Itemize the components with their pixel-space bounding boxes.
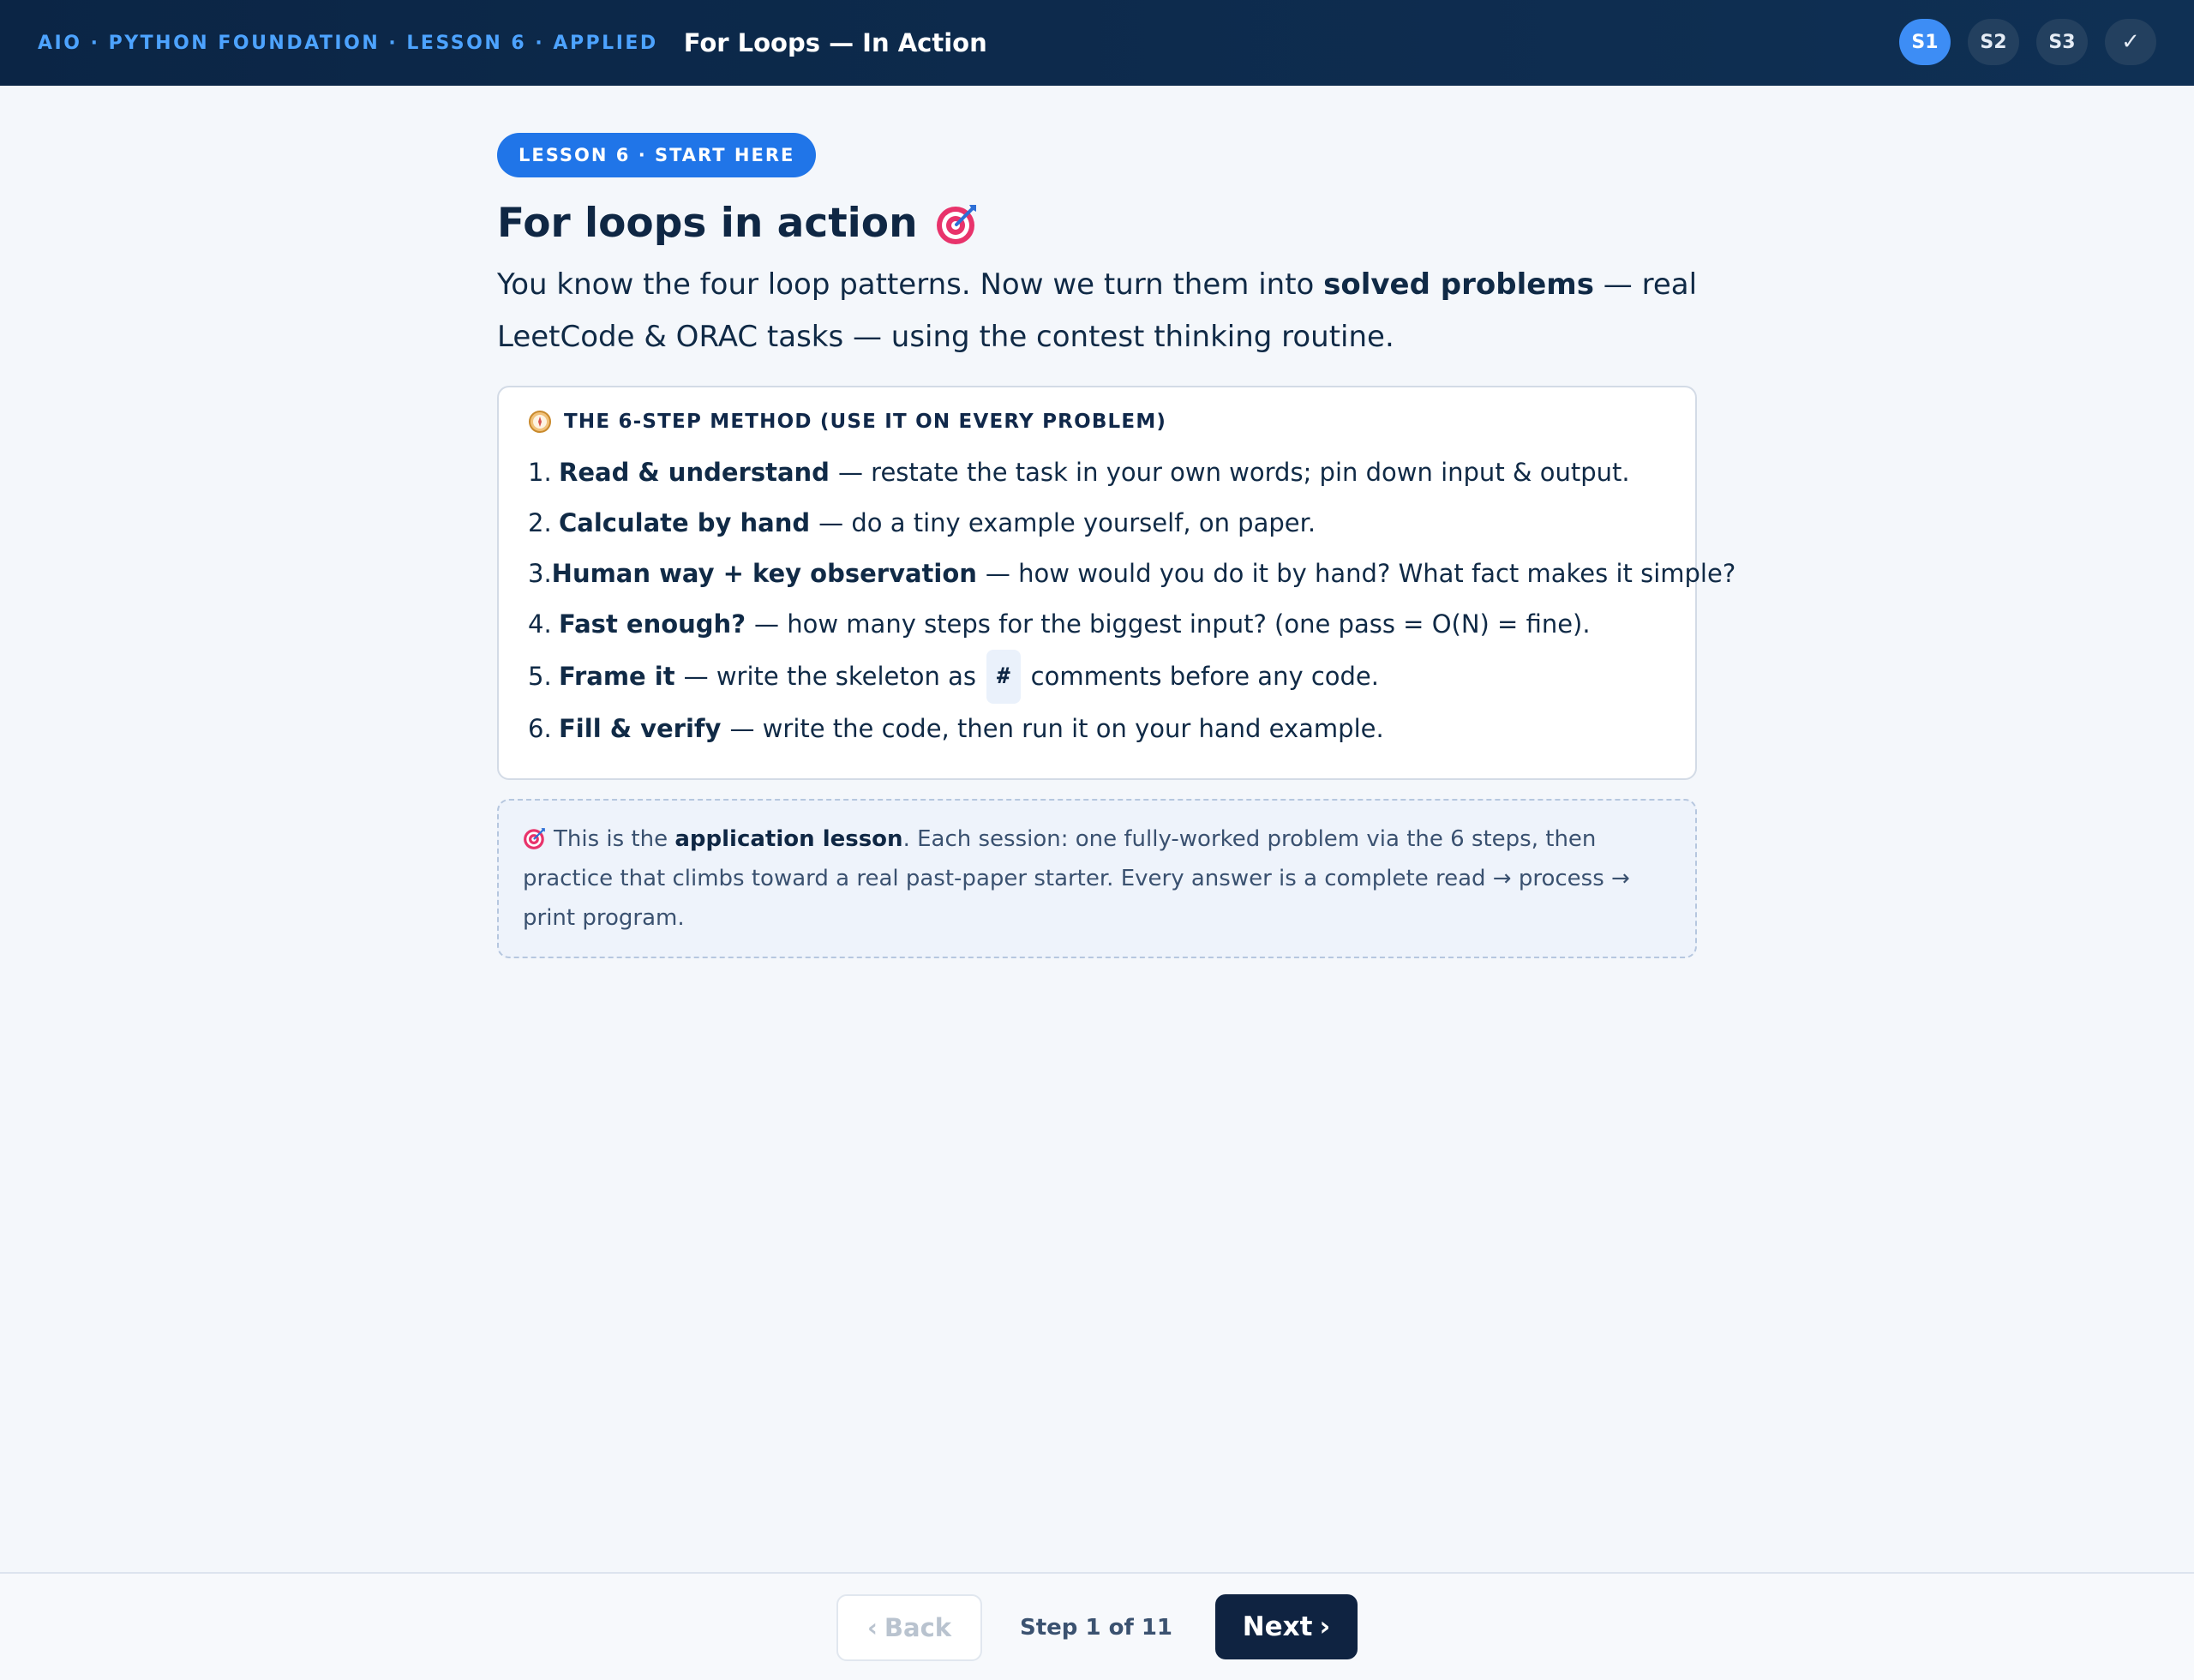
step-number: 1. (528, 458, 552, 487)
intro-text-bold: solved problems (1323, 267, 1594, 302)
lesson-content: LESSON 6 · START HERE For loops in actio… (497, 133, 1735, 958)
method-step-1: 1. Read & understand — restate the task … (528, 447, 1666, 498)
step-counter: Step 1 of 11 (1020, 1615, 1173, 1641)
note-text-before: This is the (554, 826, 675, 852)
back-button[interactable]: ‹ Back (836, 1594, 982, 1661)
session-pill-s1[interactable]: S1 (1899, 19, 1951, 65)
next-button[interactable]: Next › (1215, 1594, 1358, 1659)
method-step-5: 5. Frame it — write the skeleton as # co… (528, 650, 1666, 704)
step-text: — how would you do it by hand? What fact… (985, 559, 1736, 588)
page-header-title: For Loops — In Action (683, 28, 987, 57)
application-note: This is the application lesson. Each ses… (497, 799, 1697, 958)
top-bar: AIO · PYTHON FOUNDATION · LESSON 6 · APP… (0, 0, 2194, 86)
back-button-label: Back (884, 1613, 952, 1642)
step-number: 3. (528, 559, 552, 588)
step-number: 5. (528, 662, 552, 691)
session-pill-complete[interactable]: ✓ (2105, 19, 2156, 65)
lesson-title-text: For loops in action (497, 200, 918, 247)
method-heading: THE 6-STEP METHOD (USE IT ON EVERY PROBL… (528, 410, 1666, 434)
intro-text-before: You know the four loop patterns. Now we … (497, 267, 1324, 302)
step-text-after: comments before any code. (1030, 662, 1379, 691)
step-number: 2. (528, 508, 552, 537)
step-text: — do a tiny example yourself, on paper. (818, 508, 1316, 537)
step-title: Frame it (559, 662, 675, 691)
method-step-6: 6. Fill & verify — write the code, then … (528, 704, 1666, 754)
step-text: — write the code, then run it on your ha… (729, 714, 1384, 743)
code-chip: # (986, 650, 1021, 704)
breadcrumb: AIO · PYTHON FOUNDATION · LESSON 6 · APP… (38, 32, 658, 54)
step-number: 6. (528, 714, 552, 743)
lesson-intro: You know the four loop patterns. Now we … (497, 259, 1697, 363)
footer-nav: ‹ Back Step 1 of 11 Next › (0, 1572, 2194, 1680)
method-steps: 1. Read & understand — restate the task … (528, 447, 1735, 754)
step-title: Calculate by hand (559, 508, 811, 537)
chevron-left-icon: ‹ (866, 1613, 878, 1642)
compass-icon (529, 411, 551, 433)
step-title: Read & understand (559, 458, 830, 487)
session-stepper: S1 S2 S3 ✓ (1899, 19, 2156, 65)
method-heading-text: THE 6-STEP METHOD (USE IT ON EVERY PROBL… (564, 411, 1167, 433)
lesson-badge: LESSON 6 · START HERE (497, 133, 817, 177)
next-button-label: Next (1242, 1611, 1313, 1642)
lesson-title: For loops in action (497, 200, 1697, 247)
step-text: — restate the task in your own words; pi… (837, 458, 1630, 487)
session-pill-s3[interactable]: S3 (2036, 19, 2088, 65)
step-title: Fill & verify (559, 714, 722, 743)
step-text: — how many steps for the biggest input? … (754, 609, 1591, 639)
session-pill-s2[interactable]: S2 (1968, 19, 2019, 65)
method-step-4: 4. Fast enough? — how many steps for the… (528, 599, 1666, 650)
step-title: Fast enough? (559, 609, 746, 639)
method-step-2: 2. Calculate by hand — do a tiny example… (528, 498, 1666, 549)
target-icon (936, 204, 976, 244)
target-icon (524, 828, 545, 849)
chevron-right-icon: › (1319, 1611, 1331, 1642)
step-number: 4. (528, 609, 552, 639)
method-step-3: 3. Human way + key observation — how wou… (528, 549, 1735, 599)
step-text: — write the skeleton as (683, 662, 976, 691)
note-text-bold: application lesson (674, 826, 903, 852)
method-card: THE 6-STEP METHOD (USE IT ON EVERY PROBL… (497, 386, 1735, 780)
step-title: Human way + key observation (551, 559, 977, 588)
